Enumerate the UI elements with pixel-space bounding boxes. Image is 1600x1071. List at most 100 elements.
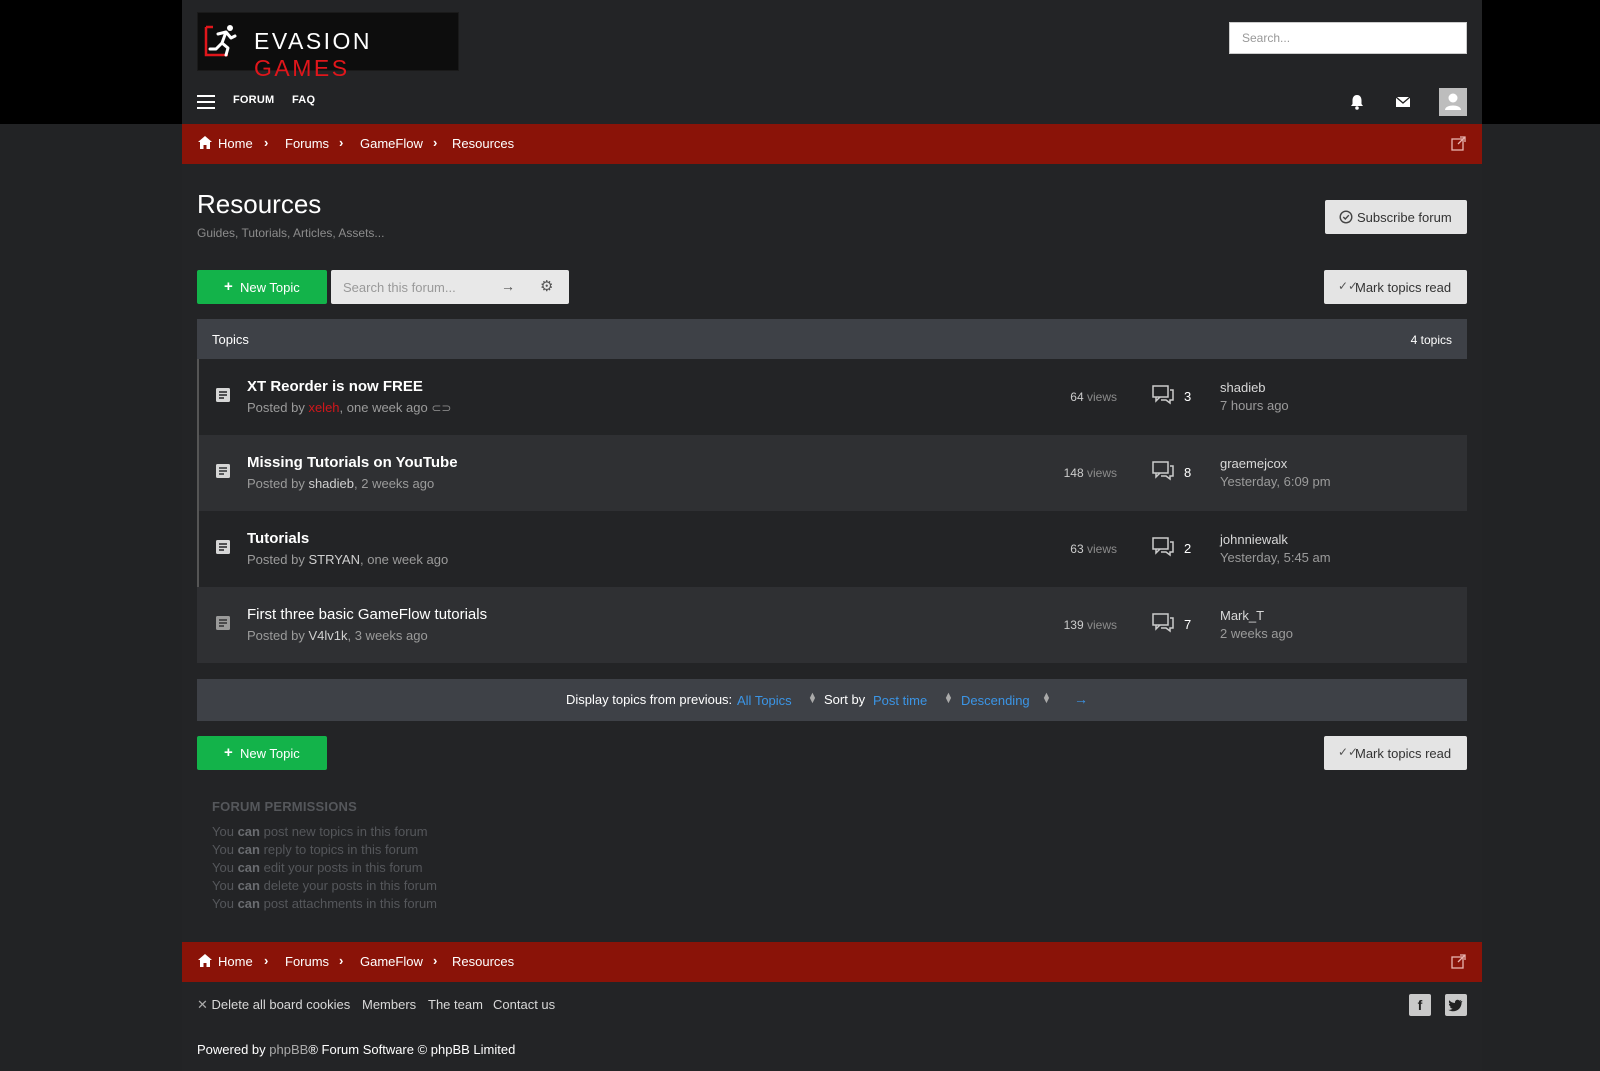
- replies-comments-icon: [1152, 385, 1174, 405]
- last-post-user-link[interactable]: graemejcox: [1220, 456, 1287, 471]
- facebook-icon[interactable]: f: [1409, 994, 1431, 1016]
- page-description: Guides, Tutorials, Articles, Assets...: [197, 226, 385, 240]
- last-post-user-link[interactable]: Mark_T: [1220, 608, 1264, 623]
- topic-row[interactable]: XT Reorder is now FREE Posted by xeleh, …: [197, 359, 1467, 435]
- topic-reply-count: 3: [1184, 389, 1192, 404]
- topic-row[interactable]: Tutorials Posted by STRYAN, one week ago…: [197, 511, 1467, 587]
- topic-author-link[interactable]: STRYAN: [308, 552, 360, 567]
- forum-search-input[interactable]: [331, 270, 501, 304]
- mark-topics-read-button[interactable]: ✓✓ Mark topics read: [1324, 270, 1467, 304]
- last-post-time-link[interactable]: Yesterday, 6:09 pm: [1220, 474, 1331, 489]
- header-search-input[interactable]: [1229, 22, 1467, 54]
- display-topics-label: Display topics from previous:: [566, 692, 733, 707]
- close-x-icon: ✕: [197, 997, 208, 1012]
- chevron-right-icon: ›: [339, 953, 344, 968]
- row-accent: [197, 435, 199, 511]
- topic-author-link[interactable]: xeleh: [308, 400, 339, 415]
- breadcrumb-gameflow[interactable]: GameFlow: [360, 136, 423, 151]
- contact-link[interactable]: Contact us: [493, 997, 555, 1012]
- sort-by-select[interactable]: Post time: [873, 693, 927, 708]
- chevron-right-icon: ›: [433, 953, 438, 968]
- breadcrumb-resources[interactable]: Resources: [452, 136, 514, 151]
- topics-count: 4 topics: [1410, 333, 1452, 347]
- twitter-icon[interactable]: [1445, 994, 1467, 1016]
- last-post-user-link[interactable]: johnniewalk: [1220, 532, 1288, 547]
- topic-title-link[interactable]: First three basic GameFlow tutorials: [247, 606, 487, 623]
- topic-title-link[interactable]: Missing Tutorials on YouTube: [247, 454, 458, 471]
- phpbb-link[interactable]: phpBB: [269, 1042, 308, 1057]
- last-post-time-link[interactable]: 7 hours ago: [1220, 398, 1289, 413]
- gear-icon[interactable]: ⚙: [540, 277, 553, 295]
- last-post-time-link[interactable]: 2 weeks ago: [1220, 626, 1293, 641]
- permission-line: You can reply to topics in this forum: [212, 842, 419, 857]
- messages-envelope-icon[interactable]: [1393, 92, 1413, 112]
- check-circle-icon: [1339, 210, 1353, 224]
- topic-meta: Posted by xeleh, one week ago ⊂⊃: [247, 400, 452, 415]
- breadcrumb: Home › Forums › GameFlow › Resources: [182, 124, 1482, 164]
- mark-topics-read-button-bottom[interactable]: ✓✓ Mark topics read: [1324, 736, 1467, 770]
- display-topics-select[interactable]: All Topics: [737, 693, 792, 708]
- permission-line: You can post new topics in this forum: [212, 824, 428, 839]
- site-logo[interactable]: EVASION GAMES: [197, 12, 459, 81]
- subscribe-forum-button[interactable]: Subscribe forum: [1325, 200, 1467, 234]
- plus-icon: +: [224, 744, 233, 761]
- site-logo-text: EVASION GAMES: [254, 28, 373, 81]
- attachment-paperclip-icon: ⊂⊃: [431, 401, 452, 415]
- sort-options-bar: Display topics from previous: All Topics…: [197, 679, 1467, 721]
- topic-document-icon: [216, 388, 230, 402]
- home-icon[interactable]: [198, 954, 212, 967]
- team-link[interactable]: The team: [428, 997, 483, 1012]
- delete-cookies-link[interactable]: ✕ Delete all board cookies: [197, 997, 350, 1013]
- topic-row[interactable]: First three basic GameFlow tutorials Pos…: [197, 587, 1467, 663]
- user-silhouette-icon: [1445, 93, 1461, 110]
- topic-meta: Posted by V4lv1k, 3 weeks ago: [247, 628, 428, 643]
- breadcrumb-gameflow[interactable]: GameFlow: [360, 954, 423, 969]
- topic-document-icon: [216, 616, 230, 630]
- user-avatar[interactable]: [1439, 88, 1467, 116]
- topic-meta: Posted by shadieb, 2 weeks ago: [247, 476, 435, 491]
- forum-search: → ⚙: [331, 270, 569, 304]
- last-post-user-link[interactable]: shadieb: [1220, 380, 1266, 395]
- new-topic-label: New Topic: [240, 280, 300, 295]
- mark-topics-read-label: Mark topics read: [1355, 746, 1452, 761]
- hamburger-menu-icon[interactable]: [197, 95, 215, 109]
- topic-author-link[interactable]: shadieb: [308, 476, 354, 491]
- home-icon[interactable]: [198, 136, 212, 149]
- breadcrumb-forums[interactable]: Forums: [285, 954, 329, 969]
- main-navbar: FORUM FAQ: [197, 88, 1467, 118]
- external-link-icon[interactable]: [1451, 954, 1466, 969]
- breadcrumb-forums[interactable]: Forums: [285, 136, 329, 151]
- topic-views: 63 views: [1070, 542, 1117, 556]
- topic-title-link[interactable]: Tutorials: [247, 530, 309, 547]
- row-accent: [197, 511, 199, 587]
- topic-title-link[interactable]: XT Reorder is now FREE: [247, 378, 423, 395]
- topic-reply-count: 7: [1184, 617, 1192, 632]
- breadcrumb-resources[interactable]: Resources: [452, 954, 514, 969]
- new-topic-button[interactable]: + New Topic: [197, 270, 327, 304]
- notifications-bell-icon[interactable]: [1347, 92, 1367, 112]
- arrow-right-icon[interactable]: →: [501, 278, 515, 294]
- select-arrows-icon: ▲ ▼: [944, 690, 953, 705]
- nav-faq-link[interactable]: FAQ: [292, 94, 315, 106]
- running-man-logo-icon: [204, 25, 237, 57]
- breadcrumb-home[interactable]: Home: [218, 954, 253, 969]
- breadcrumb-home[interactable]: Home: [218, 136, 253, 151]
- nav-forum-link[interactable]: FORUM: [233, 94, 274, 106]
- topic-author-link[interactable]: V4lv1k: [308, 628, 347, 643]
- members-link[interactable]: Members: [362, 997, 416, 1012]
- permission-line: You can edit your posts in this forum: [212, 860, 423, 875]
- subscribe-forum-label: Subscribe forum: [1357, 210, 1452, 225]
- permission-line: You can post attachments in this forum: [212, 896, 438, 911]
- new-topic-label: New Topic: [240, 746, 300, 761]
- external-link-icon[interactable]: [1451, 136, 1466, 151]
- new-topic-button-bottom[interactable]: + New Topic: [197, 736, 327, 770]
- sort-order-select[interactable]: Descending: [961, 693, 1030, 708]
- page-title: Resources: [197, 189, 322, 219]
- replies-comments-icon: [1152, 537, 1174, 557]
- topic-row[interactable]: Missing Tutorials on YouTube Posted by s…: [197, 435, 1467, 511]
- mark-topics-read-label: Mark topics read: [1355, 280, 1452, 295]
- permission-line: You can delete your posts in this forum: [212, 878, 438, 893]
- sort-go-arrow-icon[interactable]: →: [1074, 691, 1088, 707]
- select-arrows-icon: ▲ ▼: [1042, 690, 1051, 705]
- last-post-time-link[interactable]: Yesterday, 5:45 am: [1220, 550, 1331, 565]
